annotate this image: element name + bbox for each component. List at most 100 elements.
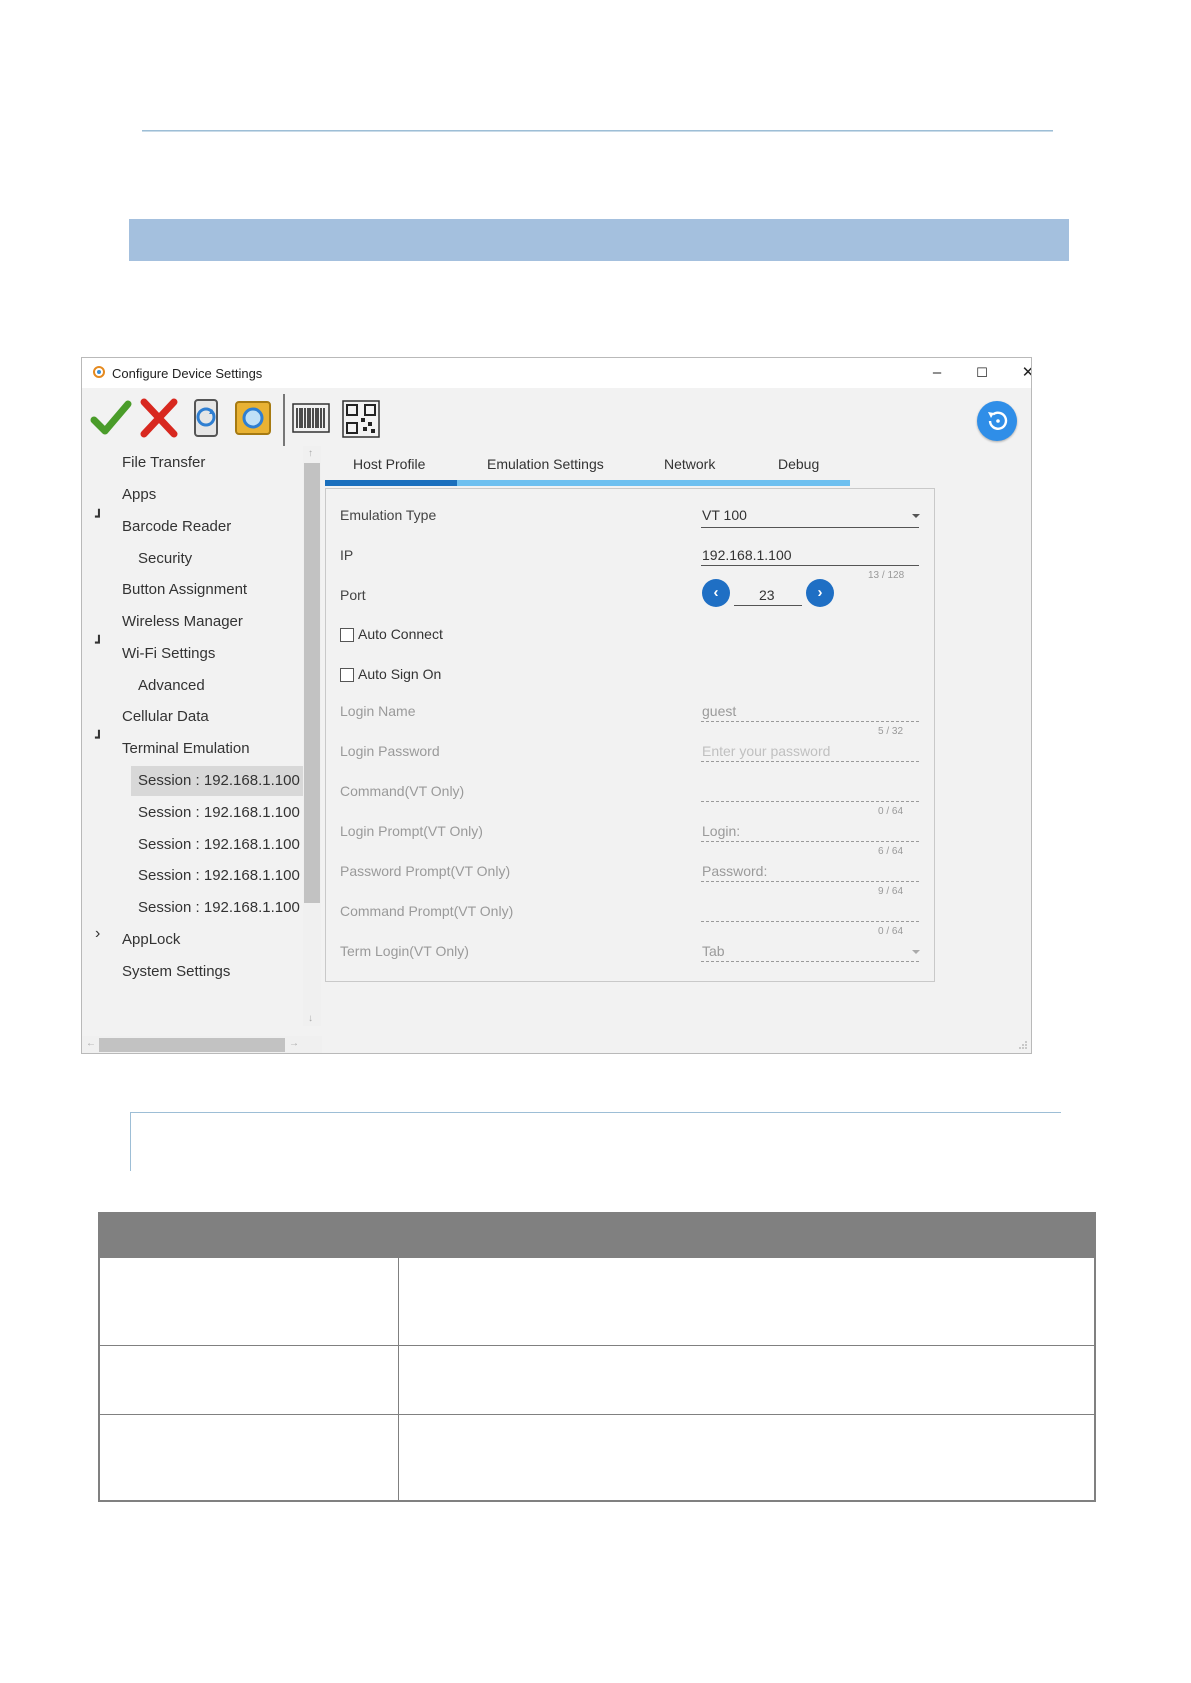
term-login-label: Term Login(VT Only) [340,943,469,959]
reset-icon [988,411,1008,430]
table-column-divider [398,1258,399,1500]
password-prompt-char-counter: 9 / 64 [878,886,904,897]
apply-check-icon[interactable] [90,396,132,440]
table-row-divider [100,1414,1094,1415]
tree-item-file-transfer[interactable]: File Transfer [122,448,205,478]
login-name-underline [701,721,919,722]
term-login-select[interactable]: Tab [702,943,725,959]
ip-char-counter: 13 / 128 [868,570,905,581]
tree-item-session[interactable]: Session : 192.168.1.100 [138,861,300,891]
login-prompt-char-counter: 6 / 64 [878,846,904,857]
tree-item-applock[interactable]: AppLock [122,925,180,955]
auto-sign-on-label: Auto Sign On [358,666,442,682]
login-password-label: Login Password [340,743,440,759]
tree-vertical-scroll-thumb[interactable] [304,463,320,903]
device-sync-icon[interactable] [186,396,228,440]
collapse-caret-icon[interactable]: ┛ [95,730,103,746]
password-prompt-input[interactable]: Password: [702,863,767,879]
term-login-underline [701,961,919,962]
callout-box [130,1112,1061,1171]
tree-item-cellular-data[interactable]: Cellular Data [122,702,209,732]
login-name-label: Login Name [340,703,416,719]
command-underline [701,801,919,802]
qr-code-icon[interactable] [340,396,382,440]
login-prompt-label: Login Prompt(VT Only) [340,823,483,839]
scroll-up-arrow-icon[interactable]: ↑ [308,448,313,459]
command-label: Command(VT Only) [340,783,465,799]
tab-debug[interactable]: Debug [778,456,819,472]
settings-tree: File Transfer Apps ┛ Barcode Reader Secu… [82,446,322,1038]
login-password-input[interactable]: Enter your password [702,743,830,759]
dropdown-arrow-icon[interactable] [912,514,920,518]
auto-connect-checkbox[interactable] [340,628,354,642]
port-underline [734,605,802,606]
restore-icon[interactable] [232,396,274,440]
toolbar-separator [283,394,285,446]
ip-input[interactable]: 192.168.1.100 [702,547,792,563]
section-heading-bar [129,219,1069,261]
maximize-button[interactable]: ☐ [967,361,997,385]
tree-item-wireless-manager[interactable]: Wireless Manager [122,607,243,637]
reset-button[interactable] [977,401,1017,441]
ip-label: IP [340,547,354,563]
toolbar [82,388,1031,446]
tree-item-button-assignment[interactable]: Button Assignment [122,575,247,605]
scroll-left-arrow-icon[interactable]: ← [86,1038,96,1049]
auto-connect-label: Auto Connect [358,626,443,642]
command-char-counter: 0 / 64 [878,806,904,817]
tab-host-profile[interactable]: Host Profile [353,456,425,472]
tree-horizontal-scroll-thumb[interactable] [99,1038,285,1052]
emulation-type-label: Emulation Type [340,507,437,523]
configure-device-settings-window: Configure Device Settings – ☐ ✕ [81,357,1032,1054]
tree-item-session-selected[interactable]: Session : 192.168.1.100 [131,766,303,796]
dropdown-arrow-icon[interactable] [912,950,920,954]
scroll-right-arrow-icon[interactable]: → [289,1038,299,1049]
emulation-type-underline [701,527,919,528]
tree-item-system-settings[interactable]: System Settings [122,957,230,987]
resize-grip-icon[interactable] [1018,1040,1028,1050]
emulation-type-select[interactable]: VT 100 [702,507,747,523]
header-rule [142,130,1053,132]
barcode-icon[interactable] [290,396,332,440]
cancel-x-icon[interactable] [138,396,180,440]
tree-item-security[interactable]: Security [138,544,192,574]
collapse-caret-icon[interactable]: ┛ [95,635,103,651]
login-name-char-counter: 5 / 32 [878,726,904,737]
port-decrement-button[interactable]: ‹ [702,579,730,607]
port-increment-button[interactable]: › [806,579,834,607]
collapse-caret-icon[interactable]: ┛ [95,509,103,525]
tree-item-session[interactable]: Session : 192.168.1.100 [138,893,300,923]
parameter-table [98,1212,1096,1502]
command-prompt-label: Command Prompt(VT Only) [340,903,514,919]
active-tab-indicator [325,480,457,486]
host-profile-panel: Emulation Type VT 100 IP 192.168.1.100 1… [325,488,935,982]
port-label: Port [340,587,366,603]
login-prompt-input[interactable]: Login: [702,823,740,839]
ip-underline [701,565,919,566]
tree-item-apps[interactable]: Apps [122,480,156,510]
auto-sign-on-checkbox[interactable] [340,668,354,682]
tree-item-session[interactable]: Session : 192.168.1.100 [138,798,300,828]
tree-item-session[interactable]: Session : 192.168.1.100 [138,830,300,860]
login-prompt-underline [701,841,919,842]
tree-item-barcode-reader[interactable]: Barcode Reader [122,512,231,542]
port-input[interactable]: 23 [759,587,775,603]
table-row-divider [100,1345,1094,1346]
tree-item-terminal-emulation[interactable]: Terminal Emulation [122,734,250,764]
minimize-button[interactable]: – [922,361,952,385]
tree-item-advanced[interactable]: Advanced [138,671,205,701]
close-button[interactable]: ✕ [1013,361,1031,385]
app-gear-icon [93,366,105,378]
login-name-input[interactable]: guest [702,703,736,719]
title-bar: Configure Device Settings – ☐ ✕ [82,358,1031,388]
tab-network[interactable]: Network [664,456,715,472]
expand-caret-icon[interactable]: › [95,925,100,943]
window-title: Configure Device Settings [112,366,263,381]
tree-item-wifi-settings[interactable]: Wi-Fi Settings [122,639,215,669]
command-prompt-underline [701,921,919,922]
scroll-down-arrow-icon[interactable]: ↓ [308,1013,313,1024]
tab-emulation-settings[interactable]: Emulation Settings [487,456,604,472]
password-prompt-underline [701,881,919,882]
tab-bar: Host Profile Emulation Settings Network … [325,446,855,484]
password-prompt-label: Password Prompt(VT Only) [340,863,511,879]
